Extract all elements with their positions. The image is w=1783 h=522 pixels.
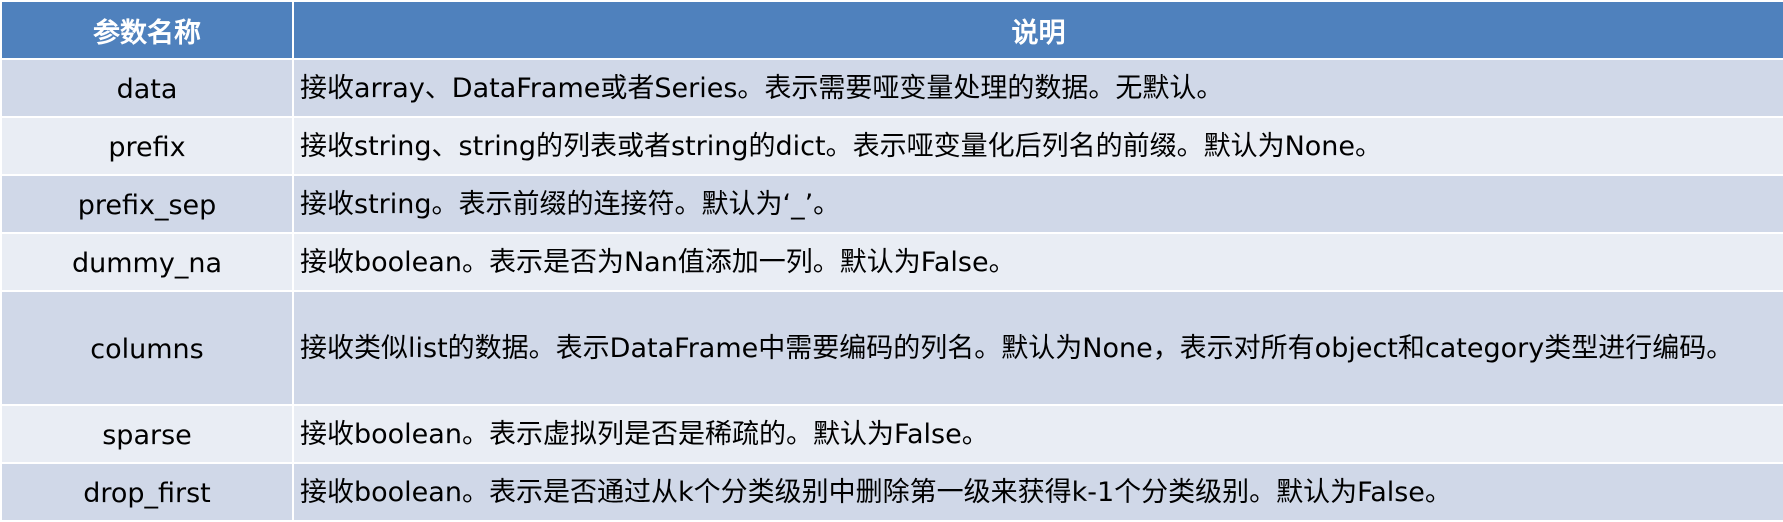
header-description: 说明: [292, 0, 1783, 60]
param-name-cell: data: [0, 58, 294, 118]
param-description-cell: 接收boolean。表示是否通过从k个分类级别中删除第一级来获得k-1个分类级别…: [292, 462, 1783, 522]
param-name-cell: columns: [0, 290, 294, 406]
param-name-cell: prefix: [0, 116, 294, 176]
table-row: dummy_na 接收boolean。表示是否为Nan值添加一列。默认为Fals…: [0, 232, 1783, 292]
table-body: data 接收array、DataFrame或者Series。表示需要哑变量处理…: [0, 58, 1783, 522]
param-description-cell: 接收string。表示前缀的连接符。默认为‘_’。: [292, 174, 1783, 234]
header-param-name: 参数名称: [0, 0, 294, 60]
param-description-cell: 接收string、string的列表或者string的dict。表示哑变量化后列…: [292, 116, 1783, 176]
table-row: columns 接收类似list的数据。表示DataFrame中需要编码的列名。…: [0, 290, 1783, 406]
table-row: drop_first 接收boolean。表示是否通过从k个分类级别中删除第一级…: [0, 462, 1783, 522]
table-row: data 接收array、DataFrame或者Series。表示需要哑变量处理…: [0, 58, 1783, 118]
table-header: 参数名称 说明: [0, 0, 1783, 60]
param-name-cell: dummy_na: [0, 232, 294, 292]
header-row: 参数名称 说明: [0, 0, 1783, 60]
param-name-cell: sparse: [0, 404, 294, 464]
param-name-cell: drop_first: [0, 462, 294, 522]
param-description-cell: 接收boolean。表示虚拟列是否是稀疏的。默认为False。: [292, 404, 1783, 464]
table-row: prefix 接收string、string的列表或者string的dict。表…: [0, 116, 1783, 176]
table-row: sparse 接收boolean。表示虚拟列是否是稀疏的。默认为False。: [0, 404, 1783, 464]
param-description-cell: 接收类似list的数据。表示DataFrame中需要编码的列名。默认为None，…: [292, 290, 1783, 406]
param-description-cell: 接收boolean。表示是否为Nan值添加一列。默认为False。: [292, 232, 1783, 292]
parameter-table: 参数名称 说明 data 接收array、DataFrame或者Series。表…: [0, 0, 1783, 522]
table-row: prefix_sep 接收string。表示前缀的连接符。默认为‘_’。: [0, 174, 1783, 234]
param-description-cell: 接收array、DataFrame或者Series。表示需要哑变量处理的数据。无…: [292, 58, 1783, 118]
param-name-cell: prefix_sep: [0, 174, 294, 234]
